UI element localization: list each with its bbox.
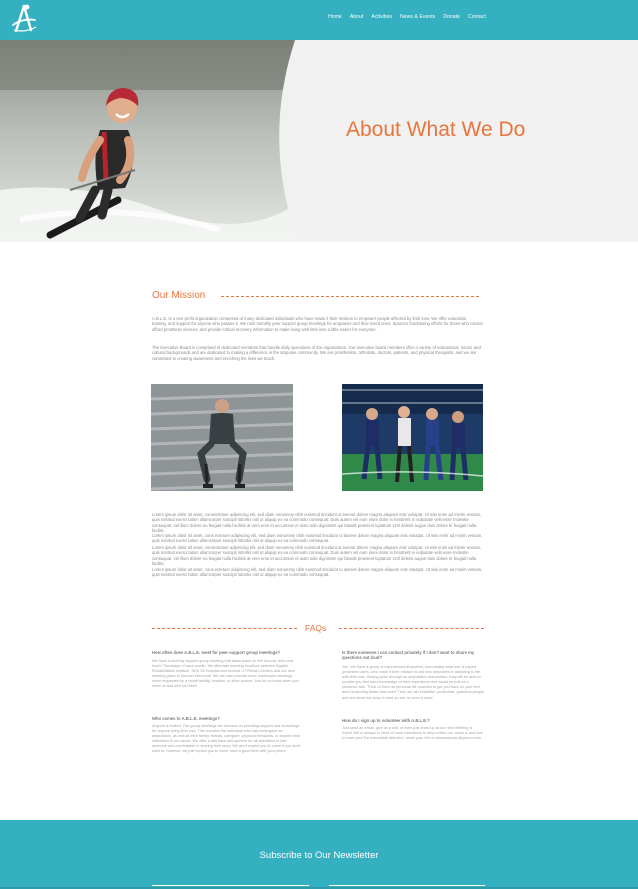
page: Home About Activities News & Events Dona…: [0, 0, 638, 889]
faq-answer-3: Anyone is invited. The group meetings ar…: [152, 724, 301, 754]
faq-question-1: How often does A.B.L.E. meet for peer-su…: [152, 650, 281, 655]
nav-home[interactable]: Home: [328, 14, 342, 20]
nav-contact[interactable]: Contact: [468, 14, 486, 20]
newsletter-title: Subscribe to Our Newsletter: [259, 850, 379, 861]
faq-answer-2: Yes. We have a group of experienced ampu…: [342, 665, 484, 700]
mission-title: Our Mission: [152, 290, 206, 301]
faq-question-2: Is there someone I can contact privately…: [342, 650, 475, 661]
nav-activities[interactable]: Activities: [371, 14, 392, 20]
faq-question-3: Who comes to A.B.L.E. meetings?: [152, 716, 220, 721]
sports-field-photo: [342, 384, 483, 491]
lorem-paragraph-3: Lorem ipsum dolor sit amet, consectetuer…: [152, 545, 482, 566]
faq-divider-right: [339, 628, 484, 629]
newsletter-name-field[interactable]: [152, 885, 309, 886]
faq-answer-1: We have a monthly support group meeting …: [152, 659, 299, 689]
faq-answer-4: Just send an email, give us a call, or e…: [342, 726, 484, 741]
newsletter-section: Subscribe to Our Newsletter: [0, 820, 638, 889]
mission-paragraph-1: A.B.L.E. is a non-profit organization co…: [152, 316, 483, 332]
newsletter-email-field[interactable]: [329, 885, 485, 886]
nav-about[interactable]: About: [350, 14, 364, 20]
faq-title: FAQs: [305, 623, 327, 633]
lorem-paragraph-2: Lorem ipsum dolor sit amet, cons ectetue…: [152, 533, 483, 544]
page-title: About What We Do: [346, 118, 526, 141]
nav-news-events[interactable]: News & Events: [400, 14, 435, 20]
able-logo-icon[interactable]: [10, 3, 40, 35]
water-skier-photo: [0, 40, 295, 242]
hero-banner: About What We Do: [0, 40, 638, 242]
lorem-paragraph-4: Lorem ipsum dolor sit amet, cons ectetue…: [152, 567, 483, 578]
nav-donate[interactable]: Donate: [443, 14, 460, 20]
lorem-paragraph-1: Lorem ipsum dolor sit amet, consectetuer…: [152, 512, 482, 533]
faq-question-4: How do I sign up to volunteer with A.B.L…: [342, 718, 430, 723]
main-nav: Home About Activities News & Events Dona…: [328, 14, 486, 20]
site-header: Home About Activities News & Events Dona…: [0, 0, 638, 40]
mission-paragraph-2: The Executive Board is comprised of dedi…: [152, 345, 481, 361]
mission-divider: [221, 296, 479, 297]
amputee-on-steps-photo: [151, 384, 293, 491]
faq-divider-left: [152, 628, 297, 629]
